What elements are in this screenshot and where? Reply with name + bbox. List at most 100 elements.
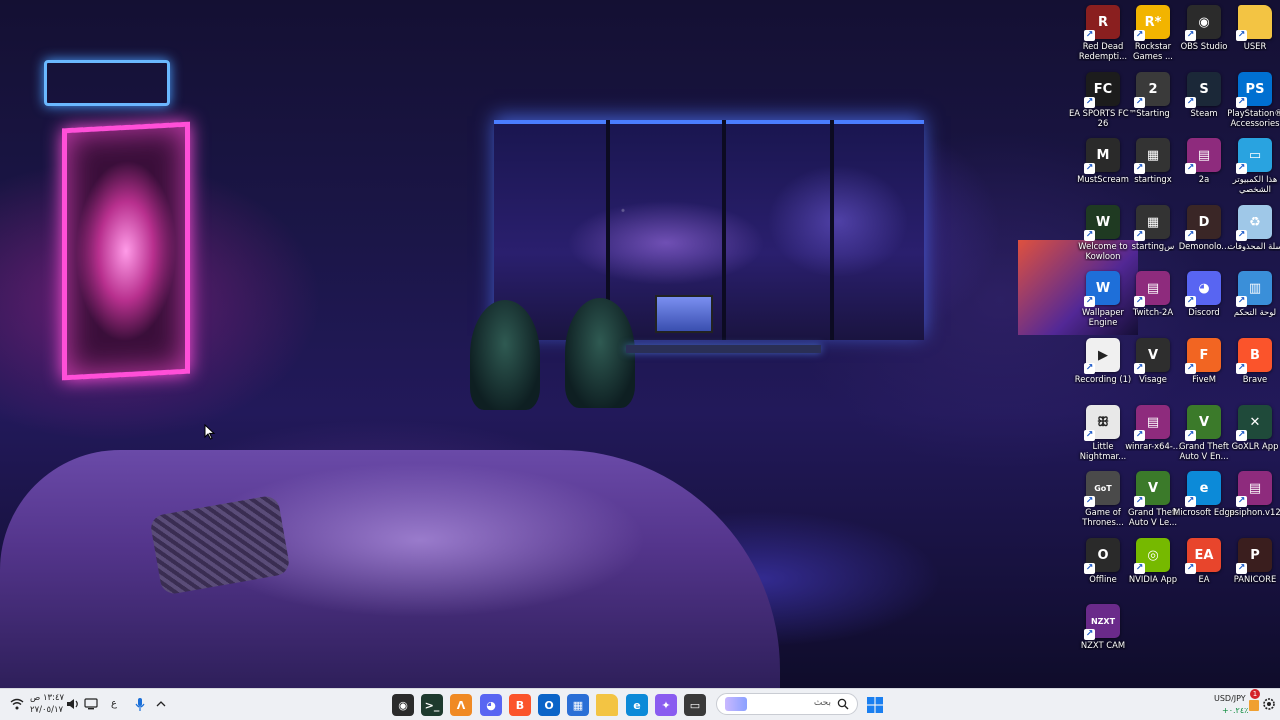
shortcut-arrow-icon: ↗ [1185, 30, 1196, 41]
shortcut-arrow-icon: ↗ [1185, 363, 1196, 374]
store-icon[interactable]: ▦ [567, 694, 589, 716]
desktop-icon[interactable]: P ↗ PANICORE [1221, 538, 1280, 602]
shortcut-arrow-icon: ↗ [1134, 97, 1145, 108]
shortcut-arrow-icon: ↗ [1134, 430, 1145, 441]
shortcut-arrow-icon: ↗ [1134, 296, 1145, 307]
terminal-icon[interactable]: >_ [421, 694, 443, 716]
shortcut-arrow-icon: ↗ [1236, 496, 1247, 507]
shortcut-arrow-icon: ↗ [1185, 430, 1196, 441]
shortcut-arrow-icon: ↗ [1084, 430, 1095, 441]
shortcut-arrow-icon: ↗ [1236, 30, 1247, 41]
shortcut-arrow-icon: ↗ [1236, 163, 1247, 174]
desktop-icon[interactable]: B ↗ Brave [1221, 338, 1280, 402]
widget-stock-symbol[interactable]: USD/JPY [1214, 694, 1246, 703]
wallpaper-engine-icon: W ↗ [1084, 271, 1120, 307]
desktop-icon[interactable]: NZXT ↗ NZXT CAM [1069, 604, 1137, 668]
nzxt-icon: NZXT ↗ [1084, 604, 1120, 640]
desktop-icon-label: سلة المحذوفات [1227, 241, 1280, 251]
fl-studio-icon[interactable]: Λ [450, 694, 472, 716]
settings-gear-icon[interactable] [1262, 697, 1276, 711]
shortcut-arrow-icon: ↗ [1185, 97, 1196, 108]
goxlr-icon: ✕ ↗ [1236, 405, 1272, 441]
winrar-icon: ▤ ↗ [1236, 471, 1272, 507]
brave-icon: B ↗ [1236, 338, 1272, 374]
desktop-icon[interactable]: ▥ ↗ لوحة التحكم [1221, 271, 1280, 335]
edge-icon: e ↗ [1185, 471, 1221, 507]
offline-icon: O ↗ [1084, 538, 1120, 574]
shortcut-arrow-icon: ↗ [1236, 97, 1247, 108]
wifi-icon[interactable] [10, 697, 24, 711]
nvidia-icon: ◎ ↗ [1134, 538, 1170, 574]
shortcut-arrow-icon: ↗ [1084, 230, 1095, 241]
desktop-icon-label: Brave [1242, 374, 1268, 384]
copilot-icon[interactable]: ✦ [655, 694, 677, 716]
chevron-up-icon[interactable] [156, 699, 166, 709]
shortcut-arrow-icon: ↗ [1134, 30, 1145, 41]
obs-icon[interactable]: ◉ [392, 694, 414, 716]
desktop-icon[interactable]: ▤ ↗ psiphon.v12 [1221, 471, 1280, 535]
edge-icon[interactable]: e [626, 694, 648, 716]
shortcut-arrow-icon: ↗ [1236, 363, 1247, 374]
recycle-bin-icon: ♻ ↗ [1236, 205, 1272, 241]
this-pc-icon: ▭ ↗ [1236, 138, 1272, 174]
shortcut-arrow-icon: ↗ [1185, 163, 1196, 174]
video-file-icon: ▦ ↗ [1134, 138, 1170, 174]
widget-stock-change[interactable]: +٠.٢٤٪ [1222, 706, 1248, 715]
file-explorer-icon[interactable] [596, 694, 618, 716]
shortcut-arrow-icon: ↗ [1185, 230, 1196, 241]
desktop-icon-label: USER [1243, 41, 1267, 51]
panicore-icon: P ↗ [1236, 538, 1272, 574]
desktop-icon[interactable]: ♻ ↗ سلة المحذوفات [1221, 205, 1280, 269]
shortcut-arrow-icon: ↗ [1084, 629, 1095, 640]
volume-icon[interactable] [66, 698, 80, 710]
clock-date[interactable]: ٢٧/٠٥/١٧ [30, 705, 63, 715]
shortcut-arrow-icon: ↗ [1236, 563, 1247, 574]
desktop-icon[interactable]: ↗ USER [1221, 5, 1280, 69]
gta-v-icon: V ↗ [1134, 471, 1170, 507]
desktop-icon[interactable]: ✕ ↗ GoXLR App [1221, 405, 1280, 469]
discord-icon: ◕ ↗ [1185, 271, 1221, 307]
video-file-icon: ▦ ↗ [1134, 205, 1170, 241]
shortcut-arrow-icon: ↗ [1134, 163, 1145, 174]
desktop-icon-label: هذا الكمبيوتر الشخصي [1232, 174, 1278, 194]
taskbar-search-box[interactable]: بحث [716, 693, 858, 715]
clock-time[interactable]: ١٣:٤٧ ص [30, 693, 64, 703]
discord-icon[interactable]: ◕ [480, 694, 502, 716]
visage-icon: V ↗ [1134, 338, 1170, 374]
kowloon-icon: W ↗ [1084, 205, 1120, 241]
shortcut-arrow-icon: ↗ [1084, 163, 1095, 174]
shortcut-arrow-icon: ↗ [1185, 563, 1196, 574]
mustscream-icon: M ↗ [1084, 138, 1120, 174]
shortcut-arrow-icon: ↗ [1084, 363, 1095, 374]
shortcut-arrow-icon: ↗ [1134, 363, 1145, 374]
rockstar-icon: R* ↗ [1134, 5, 1170, 41]
network-icon[interactable] [84, 698, 98, 710]
shortcut-arrow-icon: ↗ [1084, 563, 1095, 574]
windows-start-icon[interactable] [866, 696, 884, 714]
desktop-icon-label: psiphon.v12 [1229, 507, 1280, 517]
search-icon [837, 698, 849, 710]
task-view-icon[interactable]: ▭ [684, 694, 706, 716]
game-of-thrones-icon: GoT ↗ [1084, 471, 1120, 507]
microphone-icon[interactable] [134, 697, 146, 713]
language-indicator[interactable]: ع [111, 698, 117, 709]
shortcut-arrow-icon: ↗ [1236, 230, 1247, 241]
desktop-icon-label: PANICORE [1233, 574, 1277, 584]
media-file-icon: ▶ ↗ [1084, 338, 1120, 374]
winrar-icon: ▤ ↗ [1185, 138, 1221, 174]
outlook-icon[interactable]: O [538, 694, 560, 716]
shortcut-arrow-icon: ↗ [1185, 496, 1196, 507]
little-nightmares-icon: ꕥ ↗ [1084, 405, 1120, 441]
desktop-icon-label: لوحة التحكم [1233, 307, 1277, 317]
demonologist-icon: D ↗ [1185, 205, 1221, 241]
desktop-icon[interactable]: PS ↗ PlayStation® Accessories [1221, 72, 1280, 136]
winrar-icon: ▤ ↗ [1134, 271, 1170, 307]
shortcut-arrow-icon: ↗ [1236, 296, 1247, 307]
shortcut-arrow-icon: ↗ [1185, 296, 1196, 307]
desktop-icon[interactable]: ▭ ↗ هذا الكمبيوتر الشخصي [1221, 138, 1280, 202]
brave-icon[interactable]: B [509, 694, 531, 716]
winrar-icon: ▤ ↗ [1134, 405, 1170, 441]
desktop-icon-label: GoXLR App [1231, 441, 1279, 451]
control-panel-icon: ▥ ↗ [1236, 271, 1272, 307]
ea-fc-icon: FC ↗ [1084, 72, 1120, 108]
